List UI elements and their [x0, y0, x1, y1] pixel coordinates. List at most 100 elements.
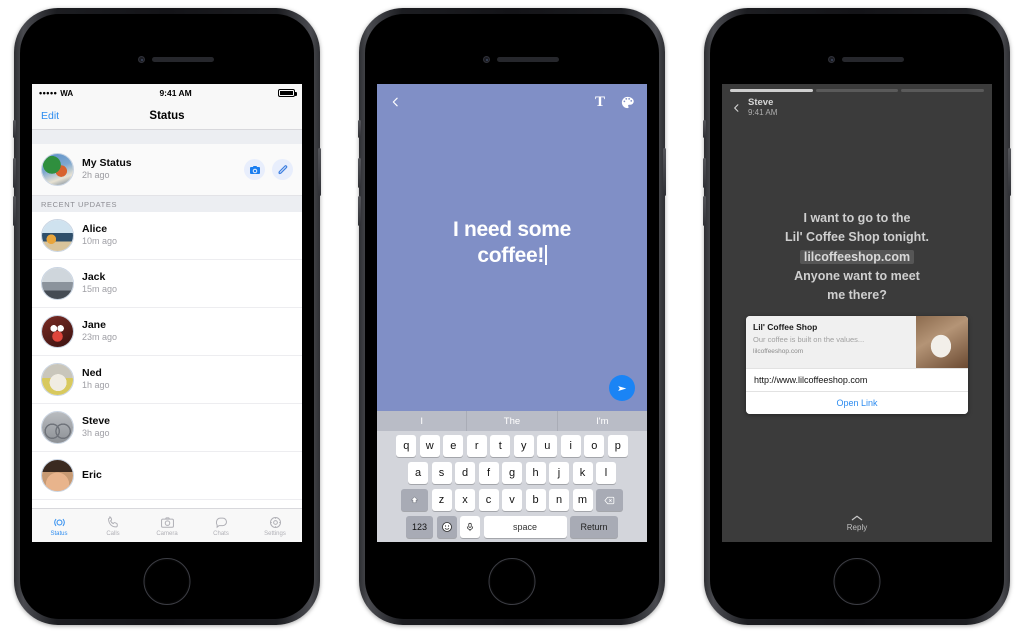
- key-u[interactable]: u: [537, 435, 558, 457]
- home-button[interactable]: [143, 558, 191, 605]
- key-y[interactable]: y: [513, 435, 534, 457]
- camera-button[interactable]: [244, 159, 265, 180]
- list-item[interactable]: Jane 23m ago: [32, 308, 302, 356]
- shift-key[interactable]: [401, 489, 428, 511]
- list-item-text: Eric: [82, 469, 102, 482]
- volume-up-button[interactable]: [13, 158, 16, 188]
- chevron-up-icon: [851, 515, 863, 521]
- key-x[interactable]: x: [455, 489, 475, 511]
- list-item[interactable]: Jack 15m ago: [32, 260, 302, 308]
- silent-switch[interactable]: [703, 120, 706, 138]
- key-v[interactable]: v: [502, 489, 522, 511]
- key-n[interactable]: n: [549, 489, 569, 511]
- return-key[interactable]: Return: [570, 516, 618, 538]
- avatar[interactable]: [41, 315, 74, 348]
- prediction-3[interactable]: I'm: [558, 411, 647, 431]
- predictive-bar: I The I'm: [377, 411, 647, 431]
- key-p[interactable]: p: [607, 435, 628, 457]
- power-button[interactable]: [1008, 148, 1011, 196]
- key-z[interactable]: z: [431, 489, 452, 511]
- volume-down-button[interactable]: [13, 196, 16, 226]
- composer-canvas[interactable]: I need some coffee!: [377, 120, 647, 365]
- avatar[interactable]: [41, 153, 74, 186]
- silent-switch[interactable]: [13, 120, 16, 138]
- open-link-button[interactable]: Open Link: [746, 390, 968, 414]
- contact-name: Steve: [82, 415, 111, 428]
- list-item[interactable]: Alice 10m ago: [32, 212, 302, 260]
- list-top-spacer: [32, 130, 302, 144]
- volume-up-button[interactable]: [703, 158, 706, 188]
- avatar[interactable]: [41, 411, 74, 444]
- list-item[interactable]: Ned 1h ago: [32, 356, 302, 404]
- reply-control[interactable]: Reply: [722, 504, 992, 542]
- key-q[interactable]: q: [396, 435, 417, 457]
- list-item[interactable]: Steve 3h ago: [32, 404, 302, 452]
- tab-camera[interactable]: Camera: [140, 515, 194, 537]
- edit-status-button[interactable]: [272, 159, 293, 180]
- key-a[interactable]: a: [408, 462, 428, 484]
- key-g[interactable]: g: [502, 462, 522, 484]
- tab-status[interactable]: Status: [32, 515, 86, 537]
- volume-down-button[interactable]: [703, 196, 706, 226]
- volume-up-button[interactable]: [358, 158, 361, 188]
- key-f[interactable]: f: [478, 462, 499, 484]
- numbers-key[interactable]: 123: [406, 516, 433, 538]
- contact-photo: [42, 316, 73, 347]
- tab-label: Settings: [264, 530, 286, 537]
- home-button[interactable]: [488, 558, 536, 605]
- list-item[interactable]: Eric: [32, 452, 302, 500]
- story-link[interactable]: lilcoffeeshop.com: [799, 249, 915, 264]
- link-preview-url: http://www.lilcoffeeshop.com: [746, 367, 968, 391]
- tab-chats[interactable]: Chats: [194, 515, 248, 537]
- ios-status-bar: ••••• WA 9:41 AM: [32, 84, 302, 102]
- silent-switch[interactable]: [358, 120, 361, 138]
- link-preview-card[interactable]: Lil' Coffee Shop Our coffee is built on …: [746, 315, 968, 414]
- key-c[interactable]: c: [478, 489, 499, 511]
- tab-calls[interactable]: Calls: [86, 515, 140, 537]
- space-key[interactable]: space: [483, 516, 567, 538]
- key-t[interactable]: t: [490, 435, 511, 457]
- key-k[interactable]: k: [572, 462, 593, 484]
- key-m[interactable]: m: [572, 489, 593, 511]
- chevron-left-icon[interactable]: [731, 101, 742, 115]
- key-l[interactable]: l: [596, 462, 616, 484]
- key-h[interactable]: h: [525, 462, 546, 484]
- shift-icon: [410, 496, 419, 503]
- avatar[interactable]: [41, 363, 74, 396]
- key-e[interactable]: e: [443, 435, 464, 457]
- send-button[interactable]: [609, 375, 635, 401]
- key-b[interactable]: b: [525, 489, 546, 511]
- tab-settings[interactable]: Settings: [248, 515, 302, 537]
- section-header: RECENT UPDATES: [32, 196, 302, 212]
- key-r[interactable]: r: [466, 435, 487, 457]
- power-button[interactable]: [318, 148, 321, 196]
- key-d[interactable]: d: [455, 462, 475, 484]
- text-tool-button[interactable]: T: [595, 94, 605, 111]
- avatar[interactable]: [41, 219, 74, 252]
- backspace-key[interactable]: [596, 489, 623, 511]
- home-button[interactable]: [833, 558, 881, 605]
- dictation-key[interactable]: [460, 516, 480, 538]
- chevron-left-icon[interactable]: [389, 94, 402, 110]
- avatar[interactable]: [41, 267, 74, 300]
- key-w[interactable]: w: [419, 435, 440, 457]
- story-line-4: me there?: [827, 288, 887, 303]
- palette-icon[interactable]: [620, 95, 635, 110]
- key-o[interactable]: o: [584, 435, 605, 457]
- volume-down-button[interactable]: [358, 196, 361, 226]
- screenshot-stage: ••••• WA 9:41 AM Edit Status My Status 2…: [0, 0, 1024, 633]
- phone-story-viewer: Steve 9:41 AM I want to go to the Lil' C…: [703, 8, 1011, 625]
- prediction-1[interactable]: I: [377, 411, 468, 431]
- contact-photo: [42, 364, 73, 395]
- prediction-2[interactable]: The: [467, 411, 558, 431]
- emoji-key[interactable]: [436, 516, 457, 538]
- avatar[interactable]: [41, 459, 74, 492]
- my-status-row[interactable]: My Status 2h ago: [32, 144, 302, 196]
- status-rings-icon: [53, 518, 65, 526]
- edit-button[interactable]: Edit: [41, 110, 59, 122]
- key-s[interactable]: s: [431, 462, 452, 484]
- power-button[interactable]: [663, 148, 666, 196]
- key-i[interactable]: i: [560, 435, 581, 457]
- link-preview-thumbnail: [916, 315, 968, 368]
- key-j[interactable]: j: [549, 462, 569, 484]
